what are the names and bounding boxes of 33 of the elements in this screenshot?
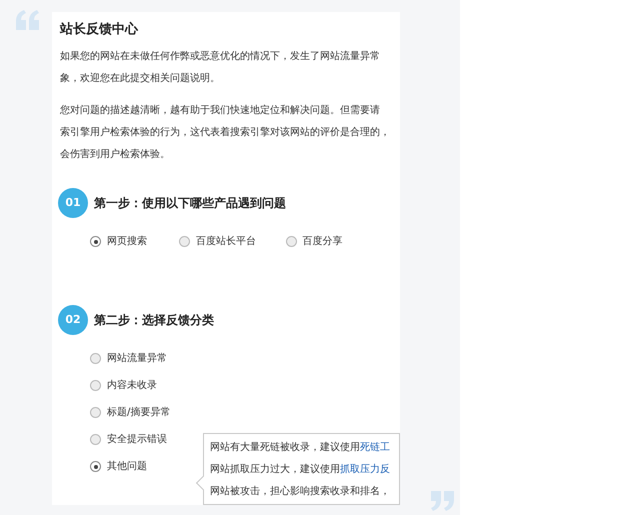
tooltip-line: 网站抓取压力过大，建议使用抓取压力反 bbox=[210, 462, 391, 477]
step-heading: 第一步：使用以下哪些产品遇到问题 bbox=[94, 195, 286, 212]
quote-mark-icon bbox=[16, 10, 40, 30]
option-label: 安全提示错误 bbox=[107, 432, 167, 447]
radio-button[interactable] bbox=[90, 353, 101, 364]
option-label: 网页搜索 bbox=[107, 234, 147, 249]
radio-button[interactable] bbox=[90, 434, 101, 445]
tool-link[interactable]: 死链工 bbox=[360, 442, 390, 453]
option-label: 标题/摘要异常 bbox=[107, 406, 170, 420]
radio-button[interactable] bbox=[90, 380, 101, 391]
tooltip-line: 网站有大量死链被收录，建议使用死链工 bbox=[210, 440, 391, 455]
paragraph-line: 象，欢迎您在此提交相关问题说明。 bbox=[60, 72, 221, 86]
tool-link[interactable]: 抓取压力反 bbox=[340, 464, 390, 475]
step-number-badge: 01 bbox=[58, 188, 88, 218]
option-label: 其他问题 bbox=[107, 460, 147, 474]
radio-button[interactable] bbox=[90, 461, 101, 472]
option-label: 百度站长平台 bbox=[196, 234, 256, 249]
quote-mark-icon bbox=[430, 491, 454, 511]
radio-button[interactable] bbox=[90, 236, 101, 247]
step-number-badge: 02 bbox=[58, 305, 88, 335]
paragraph-line: 如果您的网站在未做任何作弊或恶意优化的情况下，发生了网站流量异常 bbox=[60, 50, 381, 64]
paragraph-line: 您对问题的描述越清晰，越有助于我们快速地定位和解决问题。但需要请 bbox=[60, 104, 381, 118]
option-label: 内容未收录 bbox=[107, 378, 157, 393]
radio-button[interactable] bbox=[179, 236, 190, 247]
radio-button[interactable] bbox=[286, 236, 297, 247]
radio-button[interactable] bbox=[90, 407, 101, 418]
paragraph-line: 索引擎用户检索体验的行为，这代表着搜索引擎对该网站的评价是合理的， bbox=[60, 126, 391, 140]
tooltip-line: 网站被攻击，担心影响搜索收录和排名， bbox=[210, 484, 391, 499]
paragraph-line: 会伤害到用户检索体验。 bbox=[60, 148, 171, 162]
option-label: 百度分享 bbox=[302, 234, 343, 249]
option-label: 网站流量异常 bbox=[107, 352, 167, 366]
page-title: 站长反馈中心 bbox=[60, 20, 140, 39]
step-heading: 第二步：选择反馈分类 bbox=[94, 312, 214, 329]
